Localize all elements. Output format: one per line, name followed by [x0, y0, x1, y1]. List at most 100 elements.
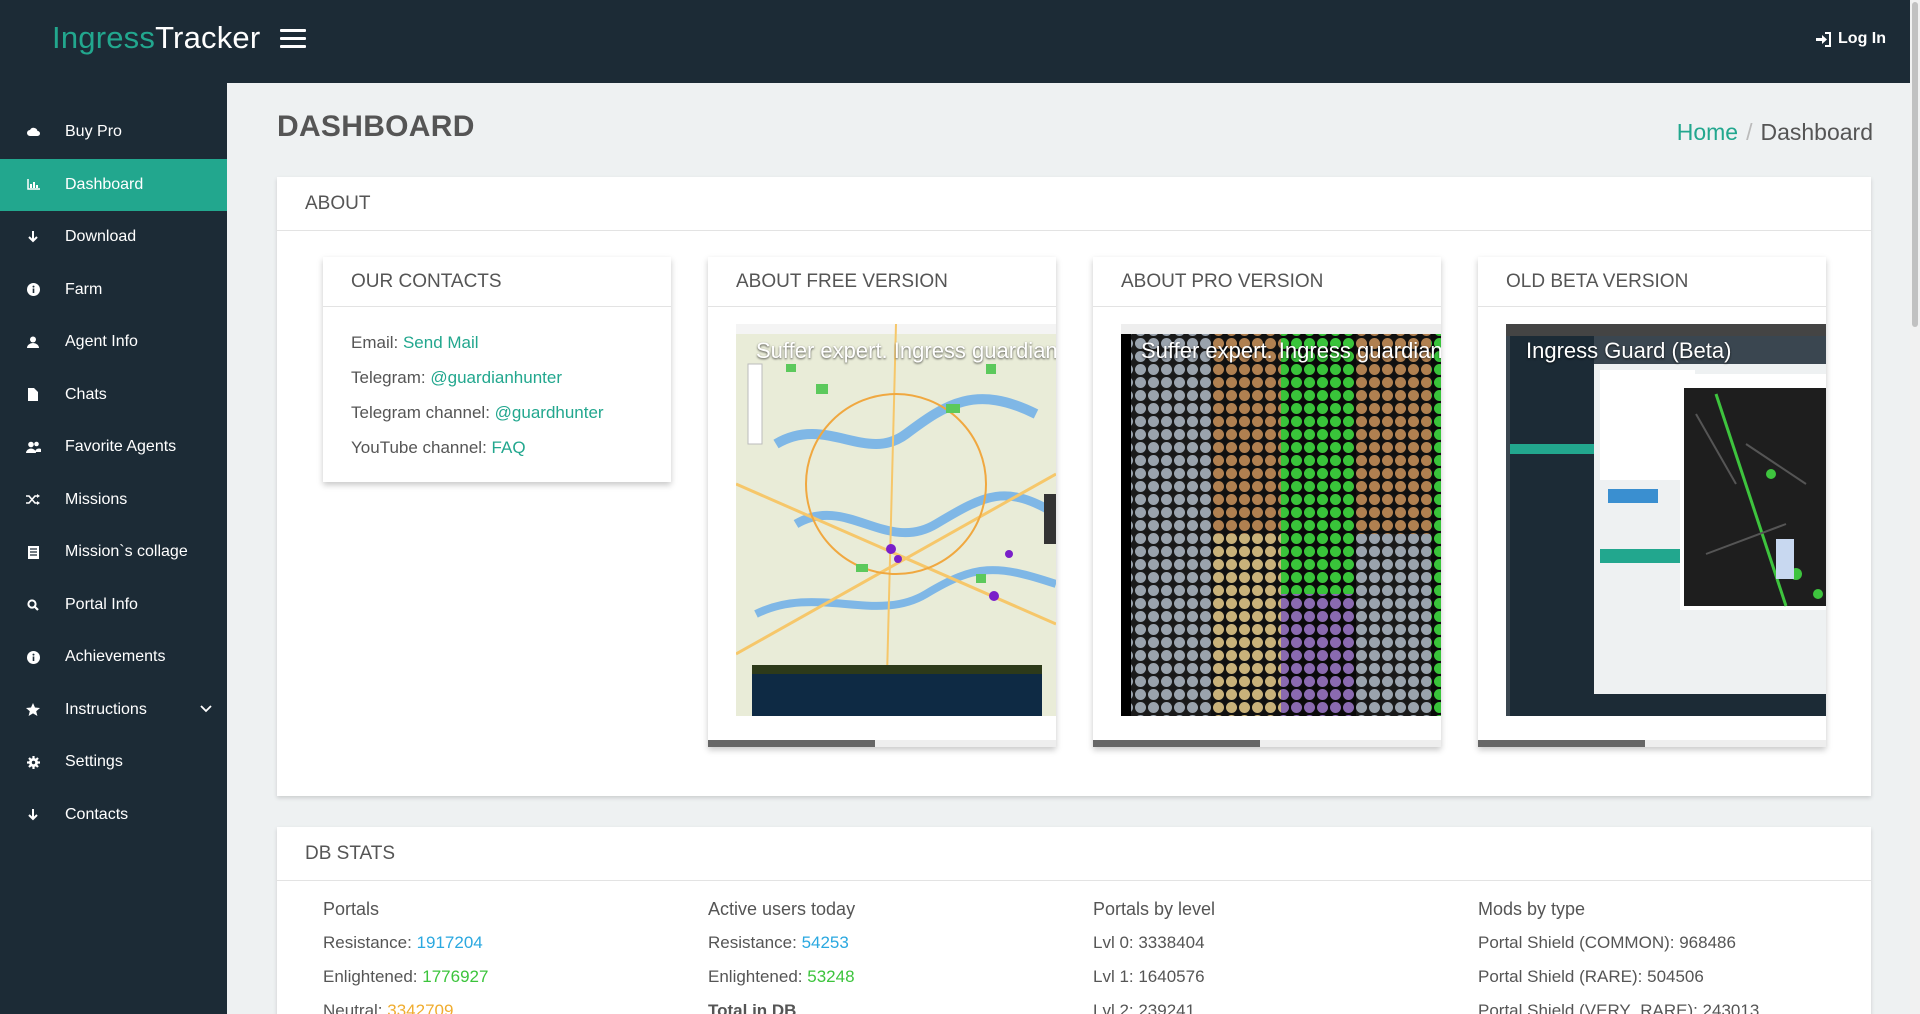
menu-toggle-icon[interactable] [280, 29, 306, 49]
resistance-value: 1917204 [416, 933, 483, 952]
sidebar-item-label: Missions [65, 490, 128, 508]
breadcrumb-current: Dashboard [1760, 119, 1873, 145]
send-mail-link[interactable]: Send Mail [403, 333, 479, 352]
pro-version-progress-fill [1093, 740, 1261, 747]
telegram-channel-link[interactable]: @guardhunter [495, 403, 604, 422]
sidebar-item-label: Instructions [65, 700, 147, 718]
map-preview-image [736, 324, 1056, 716]
sidebar-item-chats[interactable]: Chats [0, 369, 227, 422]
sidebar-item-label: Settings [65, 753, 123, 771]
youtube-label: YouTube channel: [351, 438, 487, 457]
about-card-title: ABOUT [277, 177, 1871, 231]
stats-mods-by-type: Mods by type Portal Shield (COMMON): 968… [1478, 892, 1759, 1014]
stats-mods-title: Mods by type [1478, 899, 1586, 919]
user-icon [22, 334, 44, 350]
pro-version-caption: Suffer expert. Ingress guardian [1141, 338, 1441, 363]
sidebar-item-portal-info[interactable]: Portal Info [0, 579, 227, 632]
file-icon [22, 387, 44, 403]
contacts-card-title: OUR CONTACTS [323, 257, 671, 307]
sidebar-item-agent-info[interactable]: Agent Info [0, 316, 227, 369]
stats-level-title: Portals by level [1093, 899, 1216, 919]
login-button[interactable]: Log In [1815, 30, 1886, 48]
enlightened-label: Enlightened: [323, 967, 418, 986]
sidebar-item-label: Achievements [65, 648, 166, 666]
sidebar-item-contacts[interactable]: Contacts [0, 789, 227, 842]
sign-in-icon [1816, 31, 1832, 47]
stats-mods-row: Portal Shield (RARE): 504506 [1478, 967, 1704, 986]
sidebar-item-missions[interactable]: Missions [0, 474, 227, 527]
beta-version-progress [1478, 740, 1826, 747]
free-version-caption: Suffer expert. Ingress guardian [756, 338, 1056, 363]
users-icon [22, 439, 44, 455]
sidebar-item-label: Dashboard [65, 175, 144, 193]
gear-icon [22, 754, 44, 770]
breadcrumb: Home / Dashboard [1677, 119, 1873, 146]
stats-mods-row: Portal Shield (VERY_RARE): 243013 [1478, 1001, 1760, 1014]
stats-level-row: Lvl 2: 239241 [1093, 1001, 1196, 1014]
beta-version-caption: Ingress Guard (Beta) [1526, 338, 1732, 363]
stats-portals-by-level: Portals by level Lvl 0: 3338404 Lvl 1: 1… [1093, 892, 1215, 1014]
sidebar-item-instructions[interactable]: Instructions [0, 684, 227, 737]
stats-active-enlightened: Enlightened: 53248 [708, 960, 855, 994]
brand-logo[interactable]: IngressTracker [52, 20, 260, 56]
sidebar-item-favorite-agents[interactable]: Favorite Agents [0, 421, 227, 474]
stats-mods-row: Portal Shield (COMMON): 968486 [1478, 933, 1736, 952]
brand-part-2: Tracker [155, 20, 261, 55]
enlightened-label: Enlightened: [708, 967, 803, 986]
youtube-row: YouTube channel: FAQ [351, 430, 643, 465]
enlightened-value: 53248 [807, 967, 855, 986]
sidebar-item-label: Download [65, 228, 137, 246]
top-navbar: IngressTracker Log In [0, 0, 1910, 83]
page-scrollbar[interactable] [1910, 0, 1920, 1014]
chevron-down-icon[interactable] [199, 702, 213, 716]
breadcrumb-home-link[interactable]: Home [1677, 119, 1738, 145]
neutral-label: Neutral: [323, 1001, 383, 1014]
cloud-icon [22, 124, 44, 140]
stats-portals-title: Portals [323, 899, 380, 919]
page-title: DASHBOARD [277, 110, 475, 143]
pro-version-screenshot[interactable]: Suffer expert. Ingress guardian [1121, 324, 1441, 716]
stats-level-row: Lvl 1: 1640576 [1093, 967, 1205, 986]
sidebar-item-label: Buy Pro [65, 123, 122, 141]
sidebar-item-missions-collage[interactable]: Mission`s collage [0, 526, 227, 579]
sidebar-item-label: Portal Info [65, 595, 138, 613]
beta-version-title: OLD BETA VERSION [1478, 257, 1826, 307]
sidebar-item-achievements[interactable]: Achievements [0, 631, 227, 684]
telegram-row: Telegram: @guardianhunter [351, 360, 643, 395]
beta-version-screenshot[interactable]: Ingress Guard (Beta) [1506, 324, 1826, 716]
resistance-label: Resistance: [708, 933, 797, 952]
beta-preview-image [1506, 324, 1826, 716]
telegram-channel-row: Telegram channel: @guardhunter [351, 395, 643, 430]
stats-level-row: Lvl 0: 3338404 [1093, 933, 1205, 952]
arrow-down-icon [22, 229, 44, 245]
telegram-link[interactable]: @guardianhunter [430, 368, 562, 387]
free-version-progress-fill [708, 740, 876, 747]
enlightened-value: 1776927 [422, 967, 489, 986]
breadcrumb-separator: / [1746, 119, 1753, 145]
sidebar-item-label: Contacts [65, 805, 129, 823]
pro-version-progress [1093, 740, 1441, 747]
stats-active-resistance: Resistance: 54253 [708, 926, 855, 960]
sidebar-item-buy-pro[interactable]: Buy Pro [0, 106, 227, 159]
chart-icon [22, 177, 44, 193]
stats-portals-resistance: Resistance: 1917204 [323, 926, 488, 960]
sidebar-item-label: Chats [65, 385, 107, 403]
sidebar-item-dashboard[interactable]: Dashboard [0, 158, 227, 211]
pro-version-title: ABOUT PRO VERSION [1093, 257, 1441, 307]
shuffle-icon [22, 492, 44, 508]
email-label: Email: [351, 333, 399, 352]
info-icon [22, 649, 44, 665]
about-card: ABOUT OUR CONTACTS Email: Send Mail Tele… [277, 177, 1871, 796]
sidebar-item-label: Agent Info [65, 333, 138, 351]
stats-portals: Portals Resistance: 1917204 Enlightened:… [323, 892, 488, 1014]
sidebar-item-settings[interactable]: Settings [0, 736, 227, 789]
stats-total-in-db-label: Total in DB [708, 1001, 797, 1014]
db-stats-card: DB STATS Portals Resistance: 1917204 Enl… [277, 827, 1871, 1014]
login-label: Log In [1838, 30, 1886, 47]
sidebar-item-farm[interactable]: Farm [0, 264, 227, 317]
neutral-value: 3342709 [387, 1001, 454, 1014]
star-icon [22, 702, 44, 718]
sidebar-item-download[interactable]: Download [0, 211, 227, 264]
free-version-screenshot[interactable]: Suffer expert. Ingress guardian [736, 324, 1056, 716]
youtube-faq-link[interactable]: FAQ [492, 438, 526, 457]
